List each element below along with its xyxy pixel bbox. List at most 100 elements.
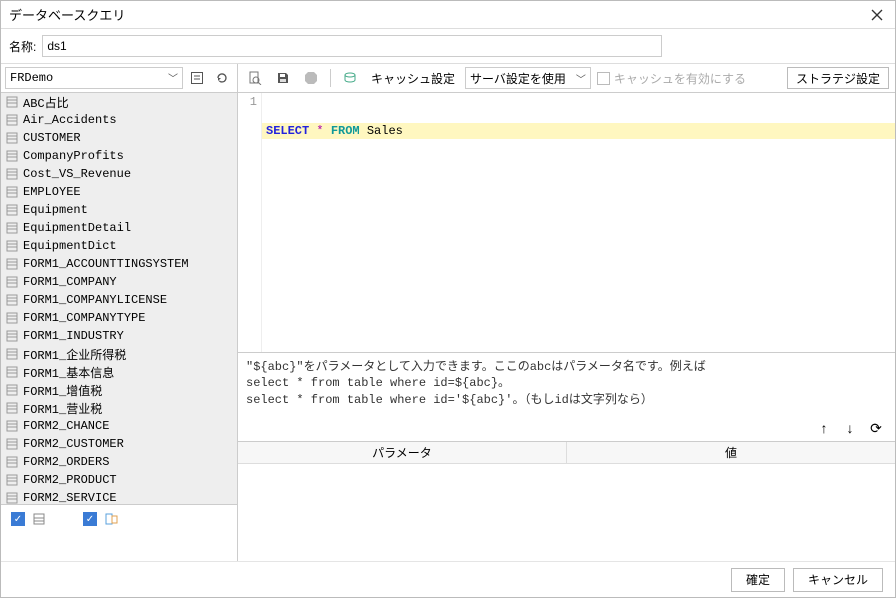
right-toolbar: キャッシュ設定 サーバ設定を使用 ﹀ キャッシュを有効にする ストラテジ設定: [238, 64, 895, 92]
table-item[interactable]: FORM1_INDUSTRY: [1, 327, 237, 345]
param-table: パラメータ 値: [238, 441, 895, 561]
table-icon: [31, 511, 47, 527]
strategy-button[interactable]: ストラテジ設定: [787, 67, 889, 89]
table-icon: [5, 293, 19, 307]
left-pane: FRDemo ﹀ ABC占比Air_Acci: [1, 64, 238, 561]
table-icon: [5, 221, 19, 235]
left-bottom-toolbar: ✓ ✓: [1, 505, 237, 561]
param-refresh-button[interactable]: ⟳: [867, 419, 885, 437]
table-item-label: FORM1_营业税: [23, 400, 102, 417]
checkbox-views[interactable]: ✓: [83, 512, 97, 526]
table-item-label: Cost_VS_Revenue: [23, 167, 131, 181]
stop-button[interactable]: [300, 67, 322, 89]
connection-select[interactable]: FRDemo ﹀: [5, 67, 183, 89]
table-item-label: FORM2_SERVICE: [23, 491, 117, 505]
table-item[interactable]: FORM2_ORDERS: [1, 453, 237, 471]
connection-value: FRDemo: [10, 71, 53, 85]
table-item[interactable]: EMPLOYEE: [1, 183, 237, 201]
refresh-button[interactable]: [211, 67, 233, 89]
param-col-name: パラメータ: [238, 442, 567, 463]
table-item[interactable]: FORM1_ACCOUNTTINGSYSTEM: [1, 255, 237, 273]
separator: [330, 69, 331, 87]
kw-star: *: [316, 124, 323, 138]
table-icon: [5, 149, 19, 163]
table-item[interactable]: ABC占比: [1, 93, 237, 111]
kw-table: Sales: [367, 124, 403, 138]
table-item-label: Equipment: [23, 203, 88, 217]
table-item[interactable]: FORM2_CUSTOMER: [1, 435, 237, 453]
save-button[interactable]: [272, 67, 294, 89]
cache-select-value: サーバ設定を使用: [470, 70, 566, 87]
param-table-body[interactable]: [238, 464, 895, 561]
table-item[interactable]: FORM2_CHANCE: [1, 417, 237, 435]
chevron-down-icon: ﹀: [168, 70, 178, 86]
scan-icon: [190, 71, 204, 85]
arrow-up-icon: ↑: [821, 420, 828, 436]
table-list[interactable]: ABC占比Air_Accidents CUSTOMER CompanyProfits…: [1, 92, 237, 505]
line-gutter: 1: [238, 93, 262, 352]
floppy-icon: [276, 71, 290, 85]
name-input[interactable]: [42, 35, 662, 57]
ok-button[interactable]: 確定: [731, 568, 785, 592]
table-item[interactable]: FORM1_营业税: [1, 399, 237, 417]
table-item[interactable]: EquipmentDict: [1, 237, 237, 255]
table-item-label: FORM1_COMPANYLICENSE: [23, 293, 167, 307]
close-button[interactable]: [867, 5, 887, 25]
hint-line-2: select * from table where id=${abc}。: [246, 375, 887, 392]
table-icon: [5, 437, 19, 451]
table-item-label: CompanyProfits: [23, 149, 124, 163]
octagon-icon: [304, 71, 318, 85]
checkbox-tables[interactable]: ✓: [11, 512, 25, 526]
table-item[interactable]: CompanyProfits: [1, 147, 237, 165]
table-item[interactable]: FORM2_SERVICE: [1, 489, 237, 505]
table-item[interactable]: Cost_VS_Revenue: [1, 165, 237, 183]
cache-select[interactable]: サーバ設定を使用 ﹀: [465, 67, 591, 89]
table-item[interactable]: FORM1_COMPANY: [1, 273, 237, 291]
hint-box: "${abc}"をパラメータとして入力できます。ここのabcはパラメータ名です。…: [238, 352, 895, 415]
table-item-label: ABC占比: [23, 94, 69, 111]
enable-cache-checkbox: キャッシュを有効にする: [597, 70, 746, 87]
table-item[interactable]: FORM1_基本信息: [1, 363, 237, 381]
sql-editor[interactable]: 1 SELECT * FROM Sales: [238, 92, 895, 352]
table-item[interactable]: FORM1_企业所得税: [1, 345, 237, 363]
preview-button[interactable]: [244, 67, 266, 89]
scan-button[interactable]: [186, 67, 208, 89]
ok-label: 確定: [746, 573, 770, 587]
line-number: 1: [238, 95, 257, 109]
table-item[interactable]: EquipmentDetail: [1, 219, 237, 237]
table-icon: [5, 257, 19, 271]
table-item[interactable]: Equipment: [1, 201, 237, 219]
refresh-cache-button[interactable]: [339, 67, 361, 89]
checkbox-icon: [597, 72, 610, 85]
titlebar: データベースクエリ: [1, 1, 895, 29]
table-icon: [5, 473, 19, 487]
param-table-header: パラメータ 値: [238, 442, 895, 464]
table-item[interactable]: FORM1_COMPANYLICENSE: [1, 291, 237, 309]
right-pane: キャッシュ設定 サーバ設定を使用 ﹀ キャッシュを有効にする ストラテジ設定 1: [238, 64, 895, 561]
table-item[interactable]: FORM1_增值税: [1, 381, 237, 399]
main: FRDemo ﹀ ABC占比Air_Acci: [1, 63, 895, 561]
table-icon: [5, 365, 19, 379]
param-move-down-button[interactable]: ↓: [841, 419, 859, 437]
param-move-up-button[interactable]: ↑: [815, 419, 833, 437]
left-toolbar: FRDemo ﹀: [1, 64, 237, 92]
table-item-label: FORM1_COMPANYTYPE: [23, 311, 145, 325]
table-item[interactable]: FORM2_PRODUCT: [1, 471, 237, 489]
table-icon: [5, 419, 19, 433]
table-icon: [5, 329, 19, 343]
editor-body[interactable]: SELECT * FROM Sales: [262, 93, 895, 352]
enable-cache-label: キャッシュを有効にする: [614, 70, 746, 87]
table-icon: [5, 167, 19, 181]
table-icon: [5, 383, 19, 397]
cache-label: キャッシュ設定: [367, 70, 459, 87]
table-item-label: EquipmentDict: [23, 239, 117, 253]
table-icon: [5, 131, 19, 145]
table-item[interactable]: CUSTOMER: [1, 129, 237, 147]
table-item[interactable]: FORM1_COMPANYTYPE: [1, 309, 237, 327]
table-item-label: CUSTOMER: [23, 131, 81, 145]
sql-line: SELECT * FROM Sales: [262, 123, 895, 139]
strategy-button-label: ストラテジ設定: [796, 70, 880, 87]
cancel-button[interactable]: キャンセル: [793, 568, 883, 592]
table-item-label: FORM2_CHANCE: [23, 419, 109, 433]
table-item[interactable]: Air_Accidents: [1, 111, 237, 129]
